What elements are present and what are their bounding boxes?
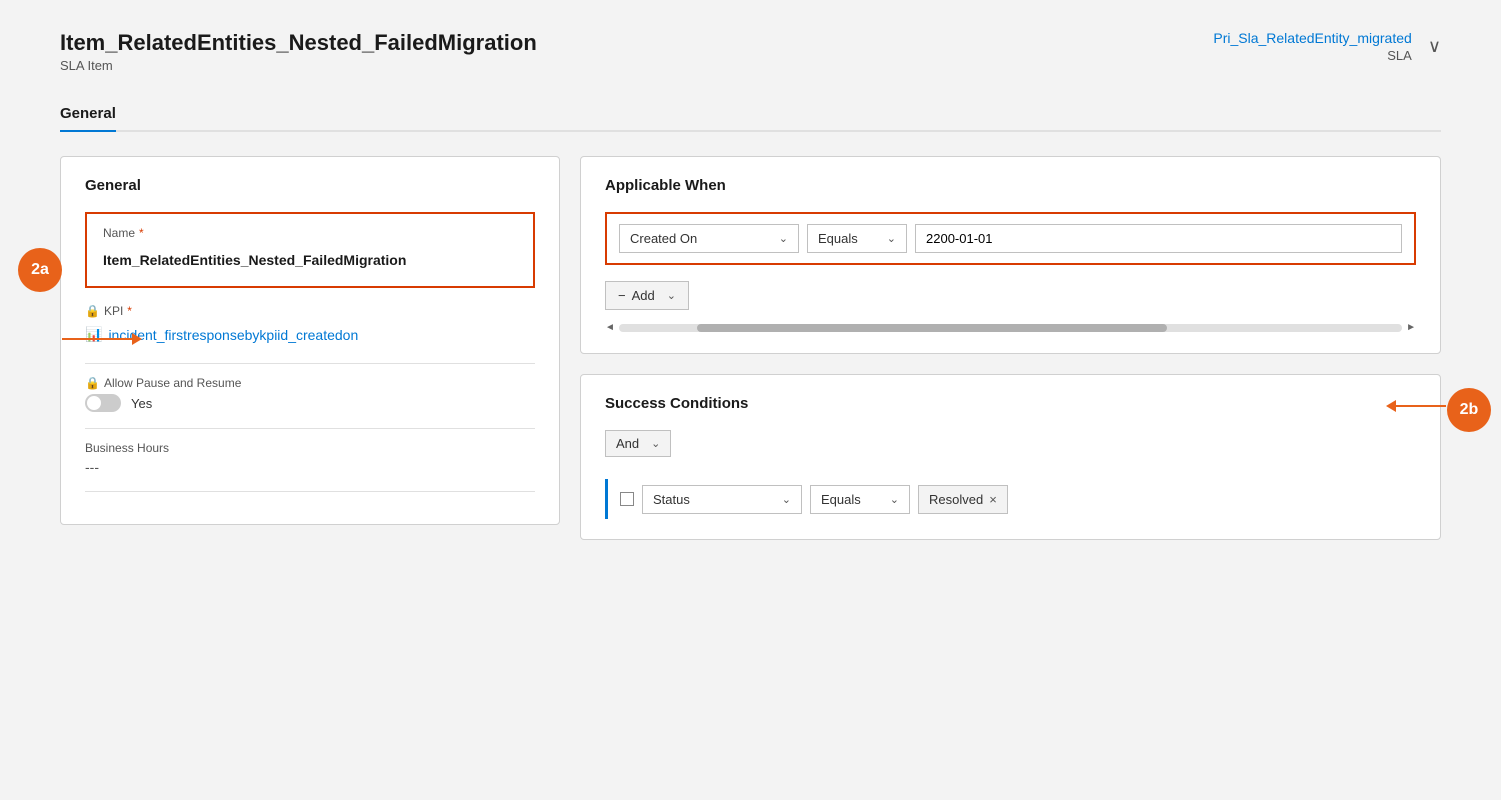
- right-panel: Applicable When Created On ⌄ Equals ⌄: [580, 156, 1441, 540]
- divider-1: [85, 363, 535, 364]
- divider-3: [85, 491, 535, 492]
- sla-sub-label: SLA: [1213, 48, 1411, 63]
- scroll-track: [619, 324, 1402, 332]
- allow-pause-label: 🔒 Allow Pause and Resume: [85, 376, 535, 390]
- kpi-field-group: 🔒 KPI* 📊 incident_firstresponsebykpiid_c…: [85, 304, 535, 347]
- toggle-knob: [87, 396, 101, 410]
- annotation-bubble-a: 2a: [18, 248, 62, 292]
- status-operator-select[interactable]: Equals ⌄: [810, 485, 910, 514]
- page-wrapper: 2a 2b Item_RelatedEntities_Nested_Failed…: [0, 0, 1501, 800]
- success-row: Status ⌄ Equals ⌄ Resolved ×: [605, 479, 1416, 519]
- status-field-chevron-icon: ⌄: [782, 493, 791, 506]
- status-field-select[interactable]: Status ⌄: [642, 485, 802, 514]
- and-button[interactable]: And ⌄: [605, 430, 671, 457]
- scroll-left-arrow-icon[interactable]: ◄: [605, 322, 615, 333]
- page-header: Item_RelatedEntities_Nested_FailedMigrat…: [60, 30, 1441, 73]
- name-field-value: Item_RelatedEntities_Nested_FailedMigrat…: [103, 246, 517, 274]
- and-chevron-icon: ⌄: [651, 437, 660, 450]
- toggle-switch[interactable]: [85, 394, 121, 412]
- status-operator-chevron-icon: ⌄: [890, 493, 899, 506]
- tab-nav: General: [60, 97, 1441, 132]
- name-field-label: Name*: [103, 226, 517, 240]
- operator-select[interactable]: Equals ⌄: [807, 224, 907, 253]
- name-required-star: *: [139, 226, 144, 240]
- header-right: Pri_Sla_RelatedEntity_migrated SLA ∨: [1213, 30, 1441, 63]
- name-field-highlighted: Name* Item_RelatedEntities_Nested_Failed…: [85, 212, 535, 288]
- header-chevron-icon[interactable]: ∨: [1428, 36, 1441, 57]
- left-panel: General Name* Item_RelatedEntities_Neste…: [60, 156, 560, 540]
- resolved-remove-icon[interactable]: ×: [989, 492, 997, 507]
- add-button[interactable]: − Add ⌄: [605, 281, 689, 310]
- kpi-label: 🔒 KPI*: [85, 304, 535, 318]
- annotation-arrow-b: [1386, 400, 1446, 412]
- toggle-row: Yes: [85, 394, 535, 412]
- blue-line: [605, 479, 608, 519]
- sla-link[interactable]: Pri_Sla_RelatedEntity_migrated: [1213, 30, 1411, 46]
- field-select-chevron-icon: ⌄: [779, 232, 788, 245]
- success-conditions-title: Success Conditions: [605, 395, 1416, 412]
- business-hours-field-group: Business Hours ---: [85, 441, 535, 475]
- business-hours-label: Business Hours: [85, 441, 535, 455]
- resolved-tag: Resolved ×: [918, 485, 1008, 514]
- tab-general[interactable]: General: [60, 97, 116, 130]
- field-select[interactable]: Created On ⌄: [619, 224, 799, 253]
- kpi-required-star: *: [127, 304, 132, 318]
- condition-value-input[interactable]: [915, 224, 1402, 253]
- lock-icon-2: 🔒: [85, 376, 100, 390]
- scrollbar-area: ◄ ►: [605, 322, 1416, 333]
- lock-icon: 🔒: [85, 304, 100, 318]
- header-left: Item_RelatedEntities_Nested_FailedMigrat…: [60, 30, 537, 73]
- page-subtitle: SLA Item: [60, 58, 537, 73]
- add-minus-icon: −: [618, 288, 626, 303]
- scroll-right-arrow-icon[interactable]: ►: [1406, 322, 1416, 333]
- main-content: General Name* Item_RelatedEntities_Neste…: [60, 156, 1441, 540]
- add-chevron-icon: ⌄: [667, 289, 676, 302]
- toggle-label: Yes: [131, 396, 152, 411]
- allow-pause-field-group: 🔒 Allow Pause and Resume Yes: [85, 376, 535, 412]
- condition-row-highlighted: Created On ⌄ Equals ⌄: [605, 212, 1416, 265]
- general-card-title: General: [85, 177, 535, 194]
- success-conditions-card: Success Conditions And ⌄ Status ⌄: [580, 374, 1441, 540]
- applicable-when-card: Applicable When Created On ⌄ Equals ⌄: [580, 156, 1441, 354]
- divider-2: [85, 428, 535, 429]
- status-checkbox[interactable]: [620, 492, 634, 506]
- scroll-thumb: [697, 324, 1167, 332]
- annotation-arrow-a: [62, 333, 142, 345]
- operator-select-chevron-icon: ⌄: [887, 232, 896, 245]
- kpi-link[interactable]: incident_firstresponsebykpiid_createdon: [108, 327, 358, 343]
- annotation-bubble-b: 2b: [1447, 388, 1491, 432]
- business-hours-value: ---: [85, 459, 535, 475]
- page-title: Item_RelatedEntities_Nested_FailedMigrat…: [60, 30, 537, 56]
- applicable-when-title: Applicable When: [605, 177, 1416, 194]
